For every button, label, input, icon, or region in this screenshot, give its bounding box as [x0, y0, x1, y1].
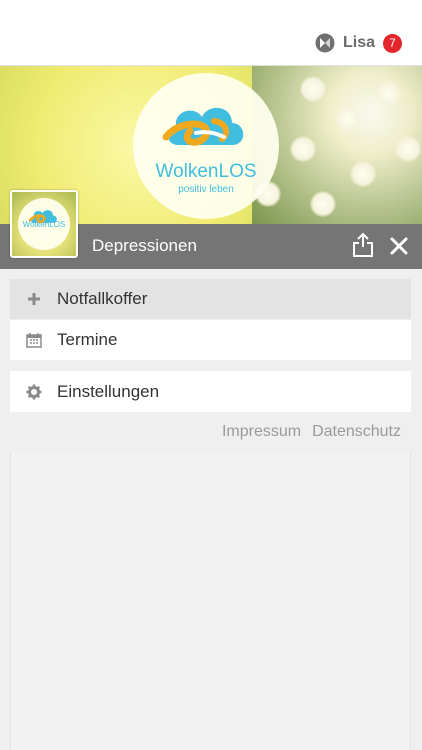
logo-wordmark: WolkenLOS — [155, 161, 257, 182]
app-thumbnail: WolkenLOS — [10, 190, 78, 258]
menu-item-notfallkoffer[interactable]: Notfallkoffer — [10, 279, 411, 319]
blossom — [350, 161, 376, 187]
blossom — [335, 106, 361, 132]
user-logo-icon — [315, 33, 335, 53]
calendar-icon — [26, 333, 42, 348]
datenschutz-link[interactable]: Datenschutz — [312, 423, 401, 441]
thumbnail-wordmark: WolkenLOS — [22, 220, 66, 229]
footer-links: Impressum Datenschutz — [222, 423, 401, 441]
gear-icon — [26, 384, 42, 399]
impressum-link[interactable]: Impressum — [222, 423, 301, 441]
user-menu[interactable]: Lisa 7 — [315, 33, 402, 53]
blossom — [375, 81, 401, 107]
logo-tagline: positiv leben — [178, 184, 234, 195]
top-bar: Lisa 7 — [0, 0, 422, 66]
menu-item-einstellungen[interactable]: Einstellungen — [10, 371, 411, 412]
menu-item-termine[interactable]: Termine — [10, 320, 411, 360]
menu-item-label: Einstellungen — [57, 381, 160, 401]
close-icon[interactable] — [389, 236, 409, 256]
content-panel — [10, 452, 411, 750]
blossom — [310, 191, 336, 217]
menu-item-label: Notfallkoffer — [57, 289, 148, 308]
menu-item-label: Termine — [57, 330, 118, 349]
user-name: Lisa — [342, 34, 375, 51]
notification-badge[interactable]: 7 — [383, 33, 402, 53]
thumbnail-logo: WolkenLOS — [18, 198, 70, 250]
plus-icon — [28, 293, 40, 305]
blossom — [395, 136, 421, 162]
share-icon[interactable] — [352, 232, 374, 258]
page-title: Depressionen — [92, 236, 197, 255]
cloud-logo-icon — [162, 107, 244, 146]
blossom — [290, 136, 316, 162]
blossom — [300, 76, 326, 102]
wolkenlos-logo: WolkenLOS positiv leben — [133, 73, 279, 219]
